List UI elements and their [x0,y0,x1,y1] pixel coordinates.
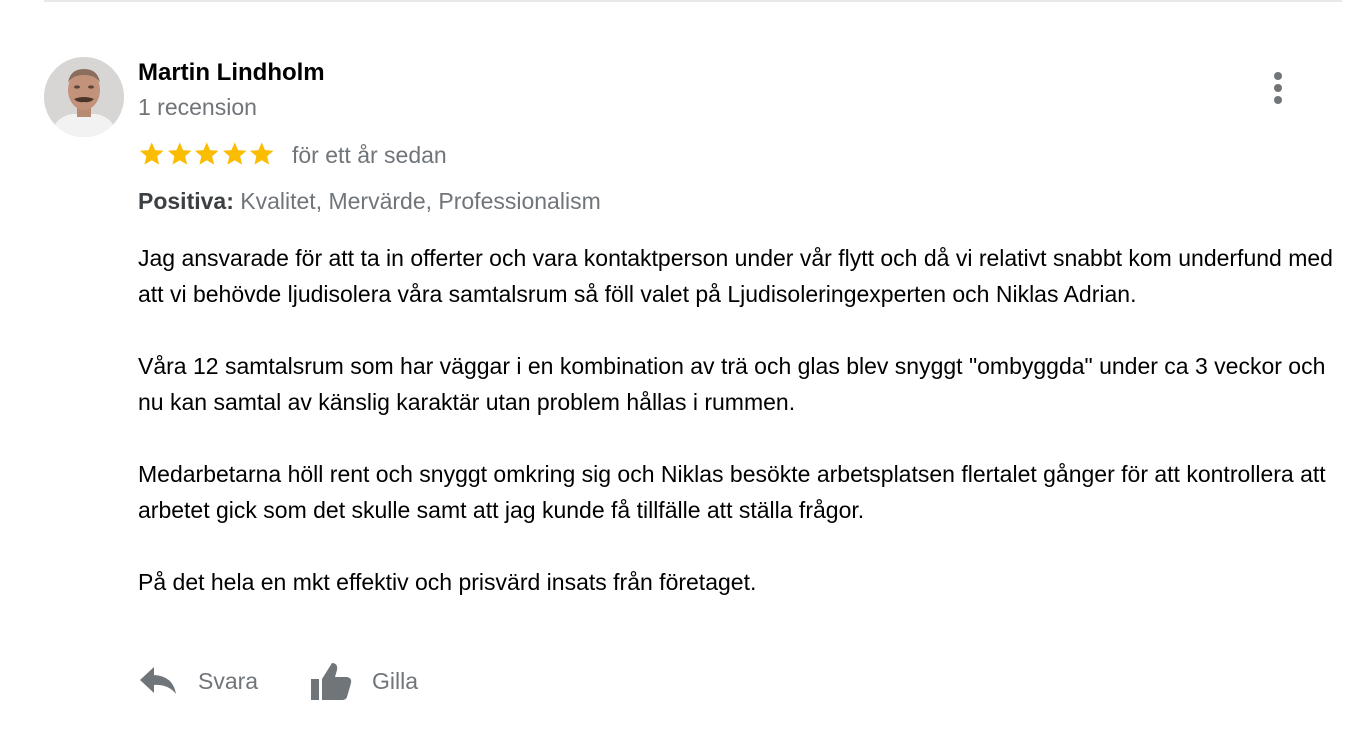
star-icon [222,142,247,165]
reply-button[interactable]: Svara [138,656,258,706]
top-divider [44,0,1342,2]
like-label: Gilla [372,667,419,694]
star-icon [167,142,192,165]
thumbs-up-icon [311,663,352,700]
review-text: Jag ansvarade för att ta in offerter och… [138,240,1338,600]
positives-line: Positiva: Kvalitet, Mervärde, Profession… [138,187,601,215]
more-vert-icon [1274,72,1282,104]
review-paragraph: På det hela en mkt effektiv och prisvärd… [138,569,757,595]
reviewer-name[interactable]: Martin Lindholm [138,59,325,87]
like-button[interactable]: Gilla [308,656,418,706]
star-rating [138,139,276,169]
positives-values: Kvalitet, Mervärde, Professionalism [240,188,601,214]
review-paragraph: Våra 12 samtalsrum som har väggar i en k… [138,353,1326,415]
positives-label: Positiva: [138,188,234,214]
review-count: 1 recension [138,94,257,120]
star-icon [139,142,164,165]
more-options-button[interactable] [1262,66,1294,110]
reply-label: Svara [198,667,259,694]
review-paragraph: Jag ansvarade för att ta in offerter och… [138,245,1333,307]
reply-icon [140,667,176,694]
avatar[interactable] [44,57,124,137]
review-time: för ett år sedan [292,142,447,168]
avatar-photo [44,57,124,137]
star-icon [249,142,274,165]
star-icon [194,142,219,165]
review-paragraph: Medarbetarna höll rent och snyggt omkrin… [138,461,1326,523]
